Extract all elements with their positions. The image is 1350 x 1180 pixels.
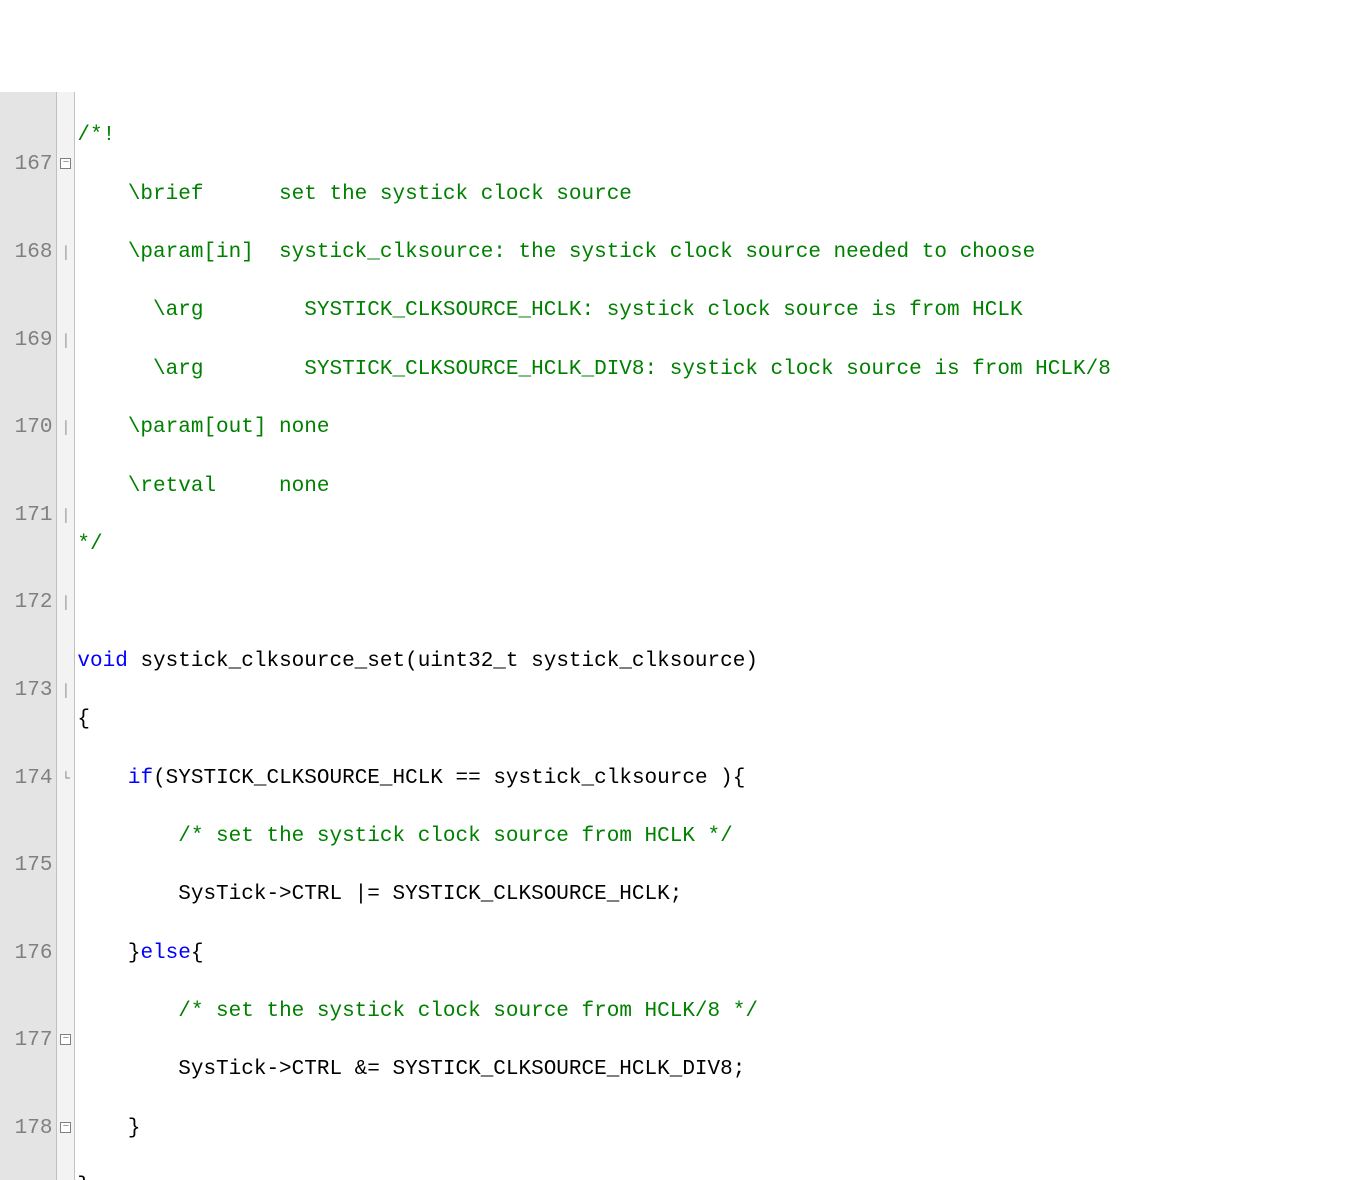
code-line[interactable]: \param[out] none — [77, 413, 1350, 442]
code-line[interactable]: \arg SYSTICK_CLKSOURCE_HCLK: systick clo… — [77, 296, 1350, 325]
line-number: 167 — [2, 150, 52, 179]
code-line[interactable]: /* set the systick clock source from HCL… — [77, 997, 1350, 1026]
comment: \param[out] none — [77, 416, 329, 439]
line-number: 168 — [2, 238, 52, 267]
code-line[interactable]: /*! — [77, 121, 1350, 150]
fold-guide: │ — [57, 413, 74, 442]
code-text: } — [77, 1117, 140, 1140]
fold-gutter: − │ │ │ │ │ │ └ − − │ │ │ │ │ │ └ └ — [57, 92, 75, 1180]
comment: \param[in] systick_clksource: the systic… — [77, 241, 1035, 264]
line-number: 177 — [2, 1026, 52, 1055]
code-text — [77, 825, 178, 848]
code-text: SysTick->CTRL &= SYSTICK_CLKSOURCE_HCLK_… — [77, 1058, 745, 1081]
fold-guide: │ — [57, 676, 74, 705]
comment: /*! — [77, 124, 115, 147]
code-text: } — [77, 942, 140, 965]
code-line[interactable]: \param[in] systick_clksource: the systic… — [77, 238, 1350, 267]
code-line[interactable]: }else{ — [77, 939, 1350, 968]
fold-guide — [57, 939, 74, 968]
code-text: (SYSTICK_CLKSOURCE_HCLK == systick_clkso… — [153, 767, 745, 790]
code-area[interactable]: /*! \brief set the systick clock source … — [75, 92, 1350, 1180]
code-text: } — [77, 1175, 90, 1180]
comment: \retval none — [77, 475, 329, 498]
code-text — [77, 1000, 178, 1023]
line-number: 172 — [2, 588, 52, 617]
keyword-if: if — [128, 767, 153, 790]
code-line[interactable] — [77, 588, 1350, 617]
comment: /* set the systick clock source from HCL… — [178, 825, 733, 848]
comment: /* set the systick clock source from HCL… — [178, 1000, 758, 1023]
fold-toggle[interactable]: − — [57, 150, 74, 179]
code-line[interactable]: \arg SYSTICK_CLKSOURCE_HCLK_DIV8: systic… — [77, 355, 1350, 384]
line-number: 173 — [2, 676, 52, 705]
fold-toggle[interactable]: − — [57, 1026, 74, 1055]
line-number: 170 — [2, 413, 52, 442]
line-number: 174 — [2, 764, 52, 793]
line-number-gutter: 167 168 169 170 171 172 173 174 175 176 … — [0, 92, 57, 1180]
code-line[interactable]: SysTick->CTRL &= SYSTICK_CLKSOURCE_HCLK_… — [77, 1055, 1350, 1084]
code-text — [77, 767, 127, 790]
line-number: 171 — [2, 501, 52, 530]
line-number: 175 — [2, 851, 52, 880]
comment: \arg SYSTICK_CLKSOURCE_HCLK_DIV8: systic… — [77, 358, 1110, 381]
fold-guide: │ — [57, 238, 74, 267]
code-line[interactable]: } — [77, 1172, 1350, 1180]
code-editor[interactable]: 167 168 169 170 171 172 173 174 175 176 … — [0, 92, 1350, 1180]
code-line[interactable]: \brief set the systick clock source — [77, 180, 1350, 209]
line-number: 169 — [2, 326, 52, 355]
fold-guide: │ — [57, 588, 74, 617]
fold-toggle[interactable]: − — [57, 1114, 74, 1143]
comment: */ — [77, 533, 102, 556]
code-line[interactable]: /* set the systick clock source from HCL… — [77, 822, 1350, 851]
code-line[interactable]: } — [77, 1114, 1350, 1143]
code-text: { — [191, 942, 204, 965]
fold-guide — [57, 851, 74, 880]
code-text: { — [77, 708, 90, 731]
code-line[interactable]: */ — [77, 530, 1350, 559]
code-line[interactable]: \retval none — [77, 472, 1350, 501]
code-text: systick_clksource_set(uint32_t systick_c… — [128, 650, 758, 673]
fold-guide: │ — [57, 501, 74, 530]
keyword-void: void — [77, 650, 127, 673]
fold-guide: │ — [57, 326, 74, 355]
comment: \brief set the systick clock source — [77, 183, 632, 206]
code-line[interactable]: void systick_clksource_set(uint32_t syst… — [77, 647, 1350, 676]
line-number: 178 — [2, 1114, 52, 1143]
fold-guide: └ — [57, 764, 74, 793]
code-line[interactable]: SysTick->CTRL |= SYSTICK_CLKSOURCE_HCLK; — [77, 880, 1350, 909]
code-line[interactable]: if(SYSTICK_CLKSOURCE_HCLK == systick_clk… — [77, 764, 1350, 793]
comment: \arg SYSTICK_CLKSOURCE_HCLK: systick clo… — [77, 299, 1022, 322]
code-text: SysTick->CTRL |= SYSTICK_CLKSOURCE_HCLK; — [77, 883, 682, 906]
code-line[interactable]: { — [77, 705, 1350, 734]
keyword-else: else — [140, 942, 190, 965]
line-number: 176 — [2, 939, 52, 968]
